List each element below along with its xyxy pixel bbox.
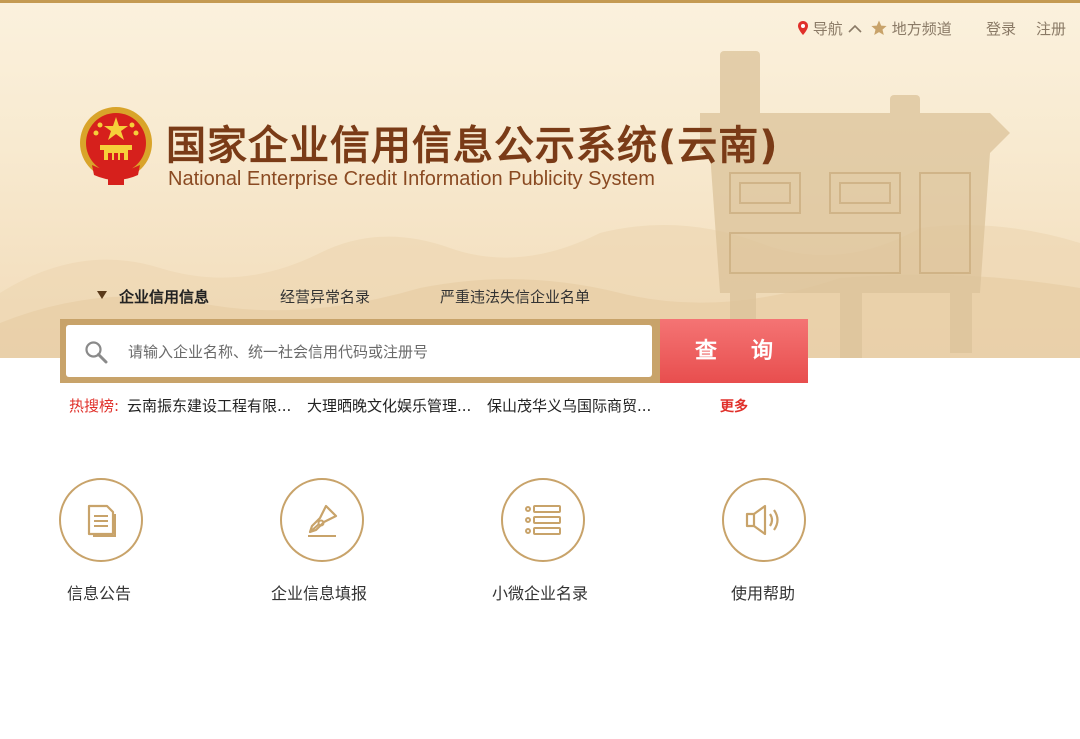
list-icon: [525, 505, 561, 535]
search-button[interactable]: 查 询: [660, 319, 808, 383]
search-input[interactable]: [126, 325, 650, 379]
document-icon: [87, 504, 116, 537]
site-title-cn: 国家企业信用信息公示系统(云南): [166, 123, 779, 169]
hot-search-item[interactable]: 保山茂华义乌国际商贸...: [487, 395, 651, 416]
location-pin-icon: [798, 21, 808, 35]
bronze-ding-illustration: [700, 51, 1010, 358]
feature-enterprise-info-report[interactable]: [277, 478, 367, 562]
search-icon: [85, 341, 108, 364]
feature-icon-circle: [501, 478, 585, 562]
hot-search-item[interactable]: 大理晒晚文化娱乐管理...: [307, 395, 471, 416]
hot-search-label: 热搜榜:: [69, 397, 120, 415]
feature-small-micro-enterprise-list[interactable]: [498, 478, 588, 562]
feature-label-small-micro-enterprise-list[interactable]: 小微企业名录: [492, 580, 588, 604]
feature-info-announcement[interactable]: [56, 478, 146, 562]
national-emblem-logo: [80, 107, 152, 185]
search-bar: [60, 319, 660, 383]
register-link[interactable]: 注册: [1036, 18, 1066, 39]
feature-label-enterprise-info-report[interactable]: 企业信息填报: [271, 580, 367, 604]
nav-link[interactable]: 导航: [798, 18, 862, 39]
login-link[interactable]: 登录: [986, 18, 1016, 39]
feature-icon-circle: [59, 478, 143, 562]
star-icon: [871, 20, 887, 35]
pen-nib-icon: [308, 504, 338, 537]
chevron-up-icon: [848, 24, 862, 33]
feature-user-help[interactable]: [719, 478, 809, 562]
tab-serious-violation-list[interactable]: 严重违法失信企业名单: [440, 286, 590, 307]
tab-enterprise-credit-info[interactable]: 企业信用信息: [119, 286, 209, 307]
tab-abnormal-operation-list[interactable]: 经营异常名录: [280, 286, 370, 307]
feature-icon-circle: [722, 478, 806, 562]
hot-search-item[interactable]: 云南振东建设工程有限...: [127, 395, 291, 416]
feature-icon-circle: [280, 478, 364, 562]
header-banner: 导航 地方频道 登录 注册 国家企业信用信息公示系统(云南) National …: [0, 0, 1080, 358]
more-hot-searches-link[interactable]: 更多: [720, 396, 748, 416]
speaker-icon: [745, 504, 779, 536]
region-channel-link[interactable]: 地方频道: [871, 18, 952, 39]
feature-label-user-help[interactable]: 使用帮助: [731, 580, 795, 604]
search-box: [66, 325, 652, 379]
site-title-en: National Enterprise Credit Information P…: [168, 168, 655, 190]
feature-label-info-announcement[interactable]: 信息公告: [67, 580, 131, 604]
caret-down-icon: [97, 291, 107, 299]
